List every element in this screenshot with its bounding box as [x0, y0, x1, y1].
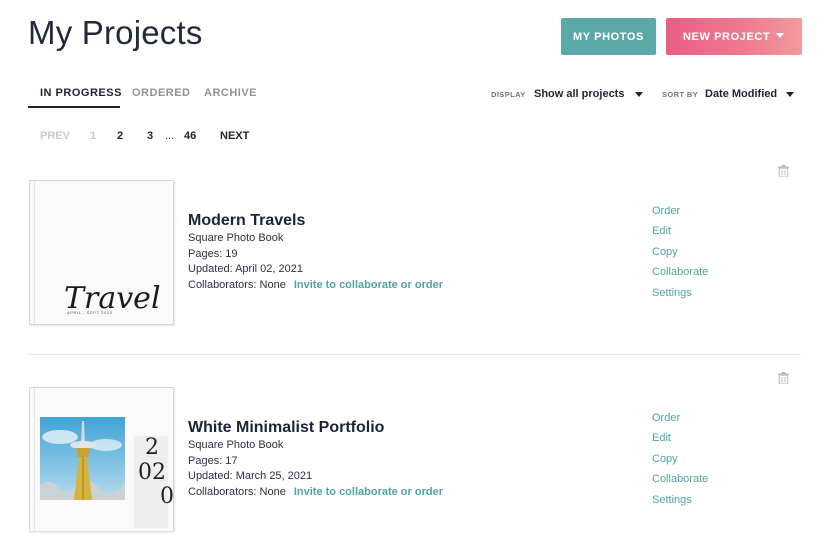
cover-travel-subtext: APRIL - SEPT 2020 [67, 310, 113, 315]
project-title[interactable]: White Minimalist Portfolio [188, 419, 384, 437]
book-spine-line [34, 181, 35, 324]
cover-digit-1: 2 [145, 435, 159, 460]
project-updated: Updated: April 02, 2021 [188, 263, 303, 275]
sort-select[interactable]: Date Modified [700, 80, 802, 106]
project-cover-modern-travels[interactable]: Travel APRIL - SEPT 2020 [29, 180, 174, 325]
project-pages: Pages: 19 [188, 247, 238, 260]
tab-in-progress[interactable]: IN PROGRESS [40, 87, 122, 99]
action-copy[interactable]: Copy [652, 453, 678, 465]
trash-icon[interactable] [778, 372, 789, 384]
project-pages: Pages: 17 [188, 454, 238, 467]
pagination-page-3[interactable]: 3 [147, 130, 153, 142]
action-edit[interactable]: Edit [652, 225, 671, 237]
project-updated: Updated: March 25, 2021 [188, 470, 313, 482]
action-order[interactable]: Order [652, 412, 680, 424]
display-label: DISPLAY [491, 90, 526, 99]
display-select[interactable]: Show all projects [528, 80, 650, 106]
project-collaborators-row: Collaborators: None Invite to collaborate… [188, 485, 443, 501]
display-select-value: Show all projects [534, 88, 625, 100]
action-settings[interactable]: Settings [652, 494, 692, 506]
project-collaborators: Collaborators: None [188, 278, 286, 291]
bottom-fade [0, 525, 838, 545]
my-photos-label: MY PHOTOS [572, 30, 644, 43]
project-collaborators: Collaborators: None [188, 485, 286, 498]
action-collaborate[interactable]: Collaborate [652, 266, 708, 278]
cover-digit-3: 0 [160, 484, 174, 509]
sort-by-label: SORT BY [662, 90, 699, 99]
pagination-next[interactable]: NEXT [220, 130, 249, 142]
sort-select-value: Date Modified [705, 88, 778, 100]
new-project-label: NEW PROJECT [683, 30, 771, 43]
book-spine-line [34, 388, 35, 531]
action-settings[interactable]: Settings [652, 287, 692, 299]
project-type: Square Photo Book [188, 232, 284, 244]
project-details: Square Photo Book Pages: 17 Updated: Mar… [188, 438, 443, 500]
invite-link[interactable]: Invite to collaborate or order [294, 279, 443, 291]
cover-photo-space-needle [40, 417, 125, 500]
display-caret-icon [635, 92, 643, 97]
tab-ordered[interactable]: ORDERED [132, 87, 191, 99]
invite-link[interactable]: Invite to collaborate or order [294, 486, 443, 498]
project-divider [28, 354, 801, 355]
project-type: Square Photo Book [188, 439, 284, 451]
pagination-page-2[interactable]: 2 [117, 130, 123, 142]
new-project-button[interactable]: NEW PROJECT [666, 18, 802, 55]
pagination-prev[interactable]: PREV [40, 130, 70, 142]
action-order[interactable]: Order [652, 205, 680, 217]
pagination-ellipsis: ... [165, 130, 175, 142]
cover-digit-2: 02 [138, 460, 166, 485]
chevron-down-icon[interactable] [776, 33, 784, 38]
active-tab-indicator [28, 106, 120, 108]
page-title: My Projects [28, 14, 203, 51]
action-copy[interactable]: Copy [652, 246, 678, 258]
sort-caret-icon [786, 92, 794, 97]
project-collaborators-row: Collaborators: None Invite to collaborate… [188, 278, 443, 294]
my-photos-button[interactable]: MY PHOTOS [561, 18, 656, 55]
pagination-page-1[interactable]: 1 [90, 130, 96, 142]
pagination-page-last[interactable]: 46 [184, 130, 196, 142]
project-cover-white-minimalist[interactable]: 2 02 0 [29, 387, 174, 532]
project-details: Square Photo Book Pages: 19 Updated: Apr… [188, 231, 443, 293]
action-edit[interactable]: Edit [652, 432, 671, 444]
action-collaborate[interactable]: Collaborate [652, 473, 708, 485]
trash-icon[interactable] [778, 165, 789, 177]
project-title[interactable]: Modern Travels [188, 212, 305, 230]
tab-archive[interactable]: ARCHIVE [204, 87, 257, 99]
